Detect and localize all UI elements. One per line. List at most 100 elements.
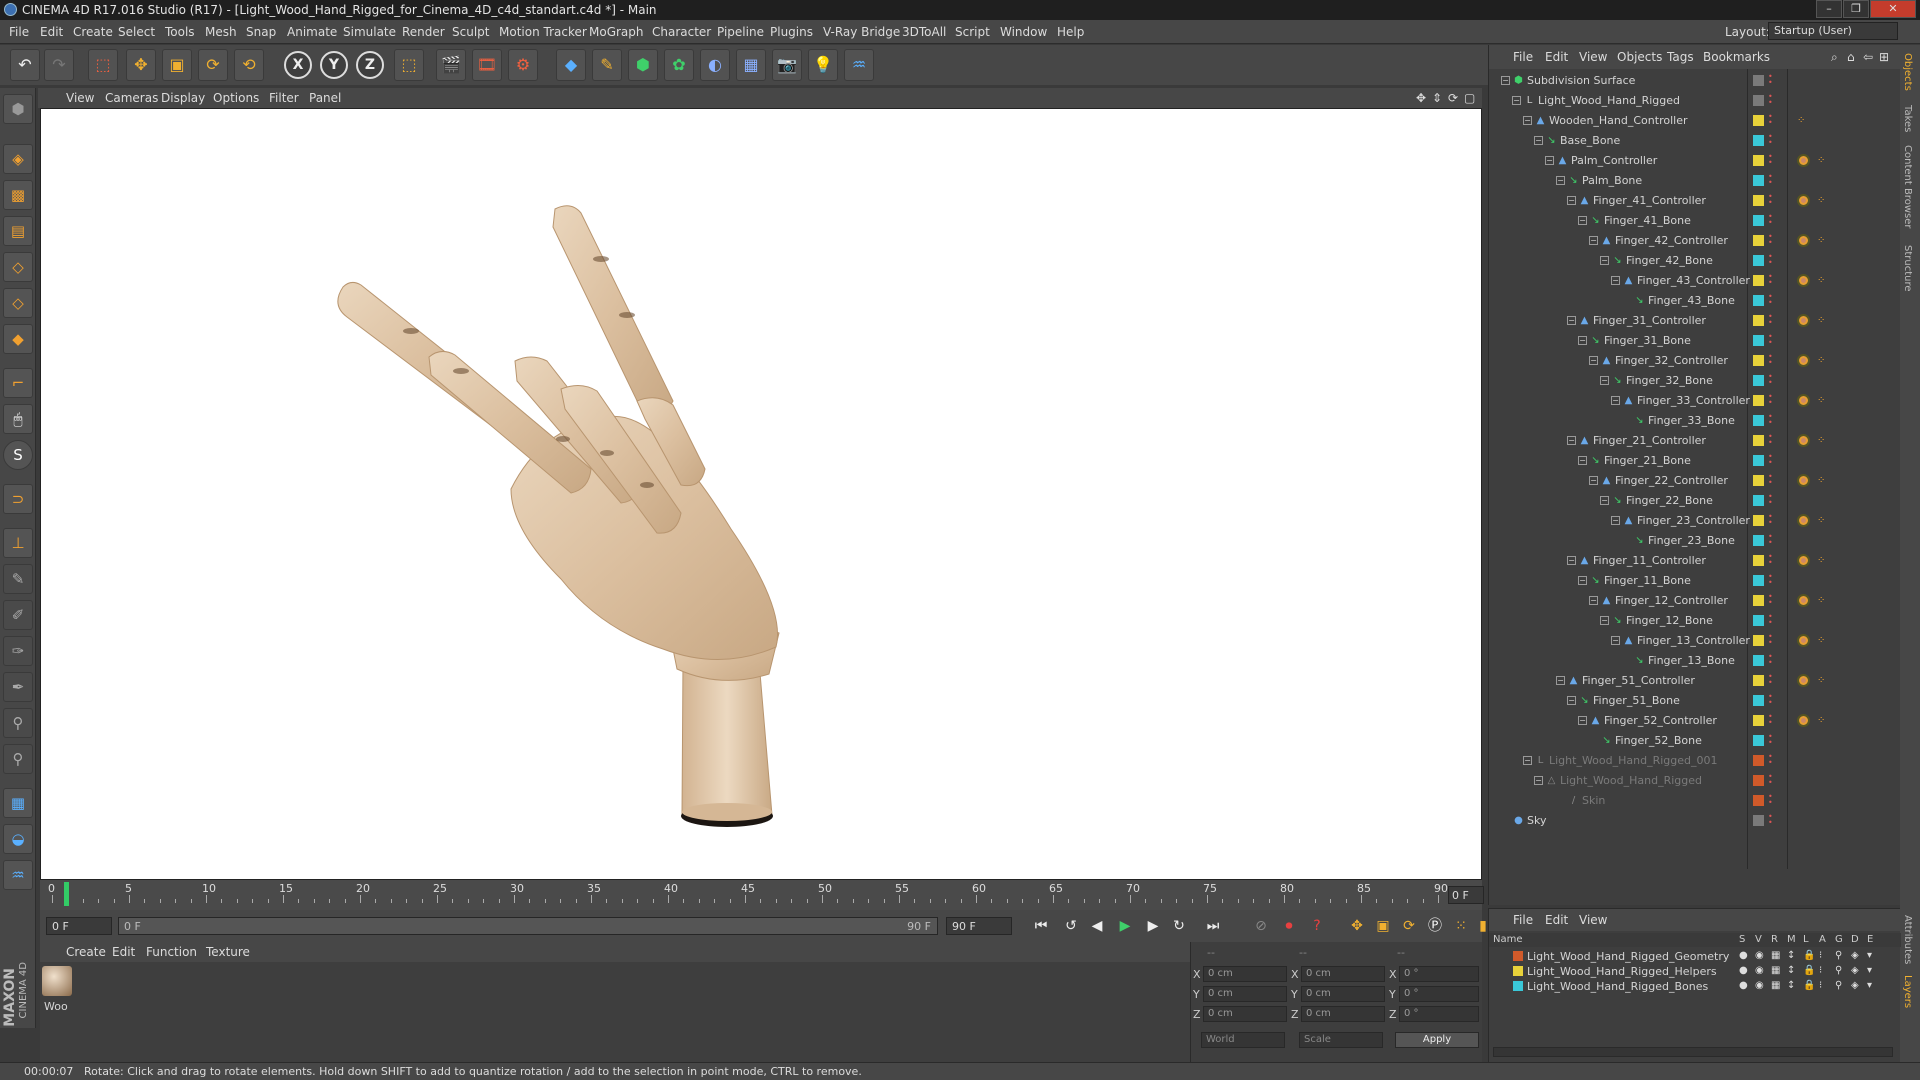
expand-toggle-icon[interactable]: − xyxy=(1611,516,1620,525)
constraint-tag-icon[interactable] xyxy=(1797,154,1810,167)
constraint-tag-icon[interactable] xyxy=(1797,394,1810,407)
constraint-tag-icon[interactable] xyxy=(1797,314,1810,327)
python-script-icon[interactable]: ♒ xyxy=(3,860,33,890)
next-frame-icon[interactable]: ▶ xyxy=(1142,915,1164,937)
ik-tag-icon[interactable]: ⁘ xyxy=(1817,636,1826,646)
object-name[interactable]: Finger_12_Controller xyxy=(1615,594,1728,607)
visibility-dots-icon[interactable]: • • xyxy=(1768,753,1773,767)
expand-toggle-icon[interactable]: − xyxy=(1578,576,1587,585)
floor-scene-icon[interactable]: ▦ xyxy=(736,49,766,81)
visibility-dots-icon[interactable]: • • xyxy=(1768,733,1773,747)
expand-toggle-icon[interactable]: − xyxy=(1567,196,1576,205)
render-toggle-icon[interactable]: ▦ xyxy=(1771,980,1780,991)
expand-toggle-icon[interactable]: − xyxy=(1556,676,1565,685)
object-row[interactable]: − ▲ Wooden_Hand_Controller • • ⁘ xyxy=(1489,111,1901,131)
object-row[interactable]: − ▲ Finger_22_Controller • • ⁘ xyxy=(1489,471,1901,491)
object-row[interactable]: − ↘ Finger_12_Bone • • xyxy=(1489,611,1901,631)
object-name[interactable]: Finger_43_Bone xyxy=(1648,294,1735,307)
layer-color-swatch[interactable] xyxy=(1753,635,1764,646)
end-frame-field[interactable]: 90 F xyxy=(946,917,1012,935)
object-row[interactable]: − ↘ Finger_32_Bone • • xyxy=(1489,371,1901,391)
expand-toggle-icon[interactable]: − xyxy=(1589,476,1598,485)
object-name[interactable]: Sky xyxy=(1527,814,1546,827)
object-name[interactable]: Finger_42_Bone xyxy=(1626,254,1713,267)
render-view-icon[interactable]: 🎬 xyxy=(436,49,466,81)
wood-material-swatch[interactable] xyxy=(42,966,72,996)
visibility-dots-icon[interactable]: • • xyxy=(1768,173,1773,187)
layer-color-swatch[interactable] xyxy=(1753,735,1764,746)
expand-toggle-icon[interactable]: − xyxy=(1578,216,1587,225)
visibility-dots-icon[interactable]: • • xyxy=(1768,153,1773,167)
frame-range-slider[interactable]: 0 F 90 F xyxy=(118,917,938,935)
visibility-dots-icon[interactable]: • • xyxy=(1768,213,1773,227)
rot-x-field[interactable]: 0 ° xyxy=(1399,966,1479,982)
object-name[interactable]: Finger_52_Bone xyxy=(1615,734,1702,747)
object-row[interactable]: − L Light_Wood_Hand_Rigged_001 • • xyxy=(1489,751,1901,771)
layer-color-swatch[interactable] xyxy=(1753,355,1764,366)
layer-color-swatch[interactable] xyxy=(1513,951,1523,961)
object-row[interactable]: − ↘ Finger_51_Bone • • xyxy=(1489,691,1901,711)
object-name[interactable]: Finger_52_Controller xyxy=(1604,714,1717,727)
new-panel-icon[interactable]: ⊞ xyxy=(1879,50,1889,64)
tab-content-browser[interactable]: Content Browser xyxy=(1902,145,1913,228)
visibility-dots-icon[interactable]: • • xyxy=(1768,473,1773,487)
visibility-dots-icon[interactable]: • • xyxy=(1768,133,1773,147)
generator-toggle-icon[interactable]: ⚲ xyxy=(1835,950,1842,961)
visibility-dots-icon[interactable]: • • xyxy=(1768,673,1773,687)
live-selection-icon[interactable]: ⬚ xyxy=(88,49,118,81)
layer-color-swatch[interactable] xyxy=(1513,981,1523,991)
animation-toggle-icon[interactable]: ⁝ xyxy=(1819,965,1822,976)
visibility-dots-icon[interactable]: • • xyxy=(1768,93,1773,107)
object-row[interactable]: − ▲ Finger_51_Controller • • ⁘ xyxy=(1489,671,1901,691)
object-name[interactable]: Light_Wood_Hand_Rigged xyxy=(1538,94,1680,107)
point-mode-icon[interactable]: ◇ xyxy=(3,252,33,282)
layer-color-swatch[interactable] xyxy=(1753,295,1764,306)
ik-tag-icon[interactable]: ⁘ xyxy=(1817,516,1826,526)
view-toggle-icon[interactable]: ◉ xyxy=(1755,950,1764,961)
manager-toggle-icon[interactable]: ↕ xyxy=(1787,950,1795,961)
expression-toggle-icon[interactable]: ▾ xyxy=(1867,950,1872,961)
menu-animate[interactable]: Animate xyxy=(287,25,337,39)
constraint-tag-icon[interactable] xyxy=(1797,354,1810,367)
shield-lock-icon[interactable]: ◒ xyxy=(3,824,33,854)
layer-color-swatch[interactable] xyxy=(1753,795,1764,806)
visibility-dots-icon[interactable]: • • xyxy=(1768,73,1773,87)
visibility-dots-icon[interactable]: • • xyxy=(1768,693,1773,707)
expand-toggle-icon[interactable]: − xyxy=(1600,376,1609,385)
object-name[interactable]: Finger_22_Controller xyxy=(1615,474,1728,487)
layer-color-swatch[interactable] xyxy=(1753,215,1764,226)
object-name[interactable]: Finger_21_Bone xyxy=(1604,454,1691,467)
layer-color-swatch[interactable] xyxy=(1753,675,1764,686)
layer-color-swatch[interactable] xyxy=(1753,715,1764,726)
workplane-axis-icon[interactable]: ⊥ xyxy=(3,528,33,558)
recent-tool-icon[interactable]: ⟲ xyxy=(234,49,264,81)
lock-toggle-icon[interactable]: 🔒 xyxy=(1803,980,1815,991)
viewport-menu-panel[interactable]: Panel xyxy=(309,91,341,105)
layer-color-swatch[interactable] xyxy=(1753,595,1764,606)
object-name[interactable]: Finger_33_Bone xyxy=(1648,414,1735,427)
menu-pipeline[interactable]: Pipeline xyxy=(717,25,764,39)
layer-color-swatch[interactable] xyxy=(1753,535,1764,546)
view-toggle-icon[interactable]: ◉ xyxy=(1755,980,1764,991)
visibility-dots-icon[interactable]: • • xyxy=(1768,113,1773,127)
ik-tag-icon[interactable]: ⁘ xyxy=(1797,116,1806,126)
expand-toggle-icon[interactable]: − xyxy=(1611,396,1620,405)
pos-z-field[interactable]: 0 cm xyxy=(1203,1006,1287,1022)
object-row[interactable]: − ↘ Finger_11_Bone • • xyxy=(1489,571,1901,591)
move-view-icon[interactable]: ✥ xyxy=(1416,91,1426,105)
ik-tag-icon[interactable]: ⁘ xyxy=(1817,156,1826,166)
layer-color-swatch[interactable] xyxy=(1753,695,1764,706)
layer-color-swatch[interactable] xyxy=(1753,195,1764,206)
expand-toggle-icon[interactable]: − xyxy=(1589,596,1598,605)
layer-row[interactable]: Light_Wood_Hand_Rigged_Geometry ● ◉ ▦ ↕ 🔒 ⁝ ⚲ ◈ ▾ xyxy=(1489,949,1901,964)
previous-key-icon[interactable]: ↺ xyxy=(1060,915,1082,937)
tab-attributes[interactable]: Attributes xyxy=(1902,915,1913,964)
menu-select[interactable]: Select xyxy=(118,25,155,39)
visibility-dots-icon[interactable]: • • xyxy=(1768,633,1773,647)
menu-3dtoall[interactable]: 3DToAll xyxy=(902,25,946,39)
scale-tool-icon[interactable]: ▣ xyxy=(162,49,192,81)
layer-color-swatch[interactable] xyxy=(1753,395,1764,406)
render-toggle-icon[interactable]: ▦ xyxy=(1771,965,1780,976)
layer-name[interactable]: Light_Wood_Hand_Rigged_Bones xyxy=(1527,980,1708,993)
previous-frame-icon[interactable]: ◀ xyxy=(1086,915,1108,937)
